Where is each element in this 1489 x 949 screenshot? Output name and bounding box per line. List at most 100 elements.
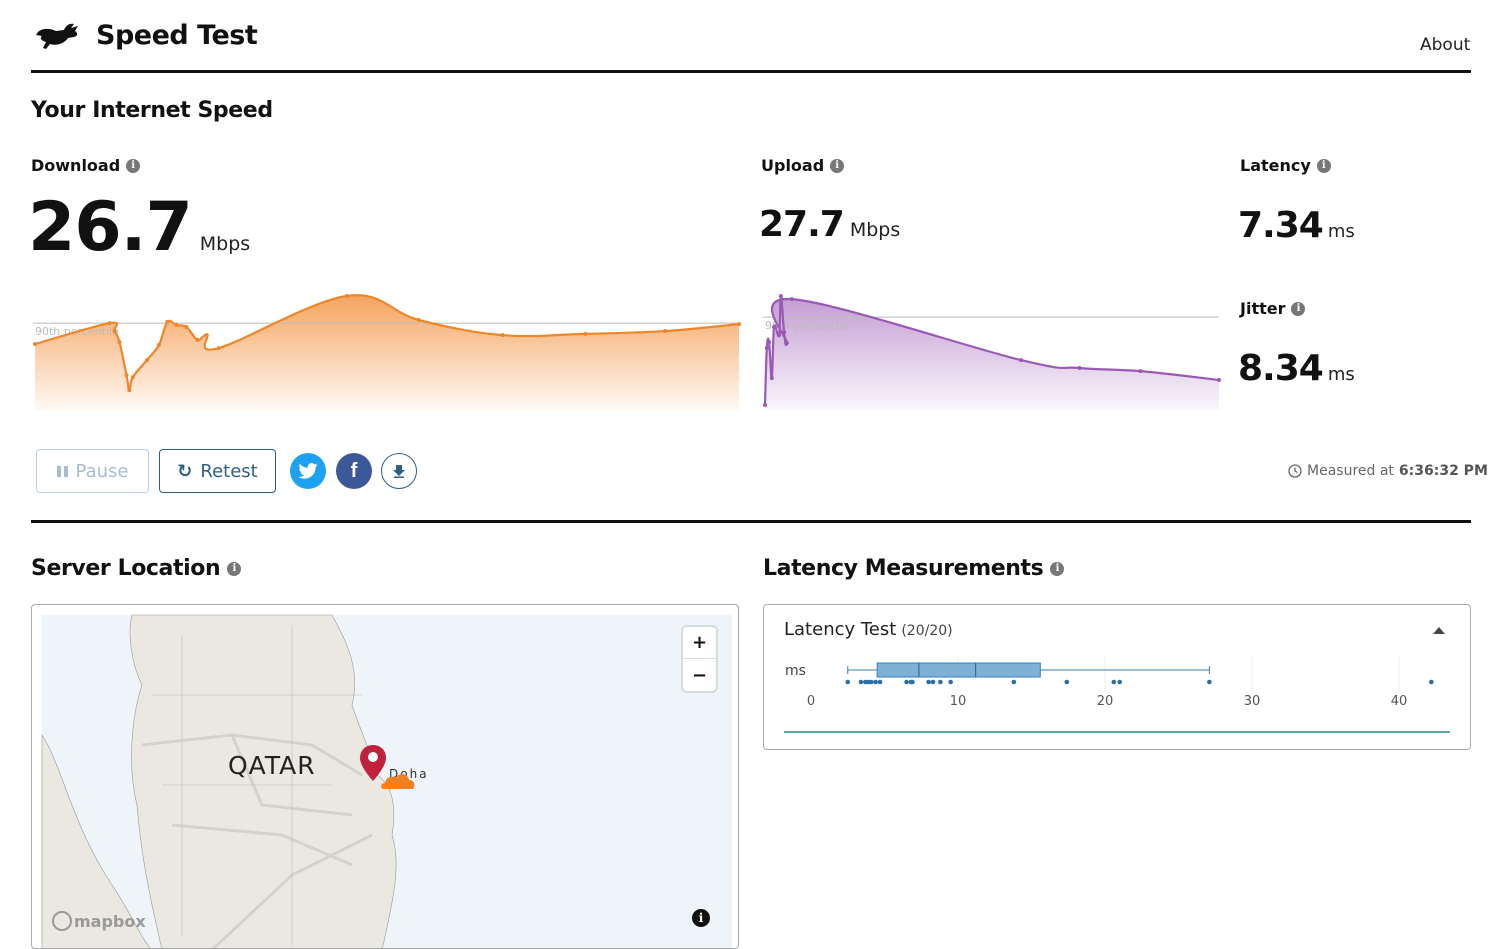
x-tick-label: 40 — [1391, 694, 1408, 709]
x-tick-label: 20 — [1097, 694, 1114, 709]
download-point — [107, 321, 112, 326]
latency-test-panel: Latency Test (20/20) ms 0 10 20 30 40 — [763, 604, 1471, 750]
download-point — [195, 337, 200, 342]
info-icon[interactable]: i — [126, 158, 141, 173]
download-point — [216, 346, 221, 351]
mapbox-logo-icon — [52, 911, 72, 931]
facebook-share-button[interactable]: f — [336, 453, 372, 489]
upload-point — [778, 294, 783, 298]
upload-point — [784, 341, 789, 346]
download-label: Download i — [31, 156, 141, 175]
info-icon[interactable]: i — [1050, 561, 1065, 576]
latency-box-plot: 0 10 20 30 40 — [784, 657, 1450, 733]
info-icon[interactable]: i — [1316, 158, 1331, 173]
latency-sample-point — [948, 679, 953, 685]
latency-sample-point — [904, 679, 909, 685]
server-location-heading: Server Location — [31, 556, 221, 581]
download-point — [737, 322, 741, 327]
jitter-number: 8.34 — [1238, 348, 1324, 389]
pause-button[interactable]: Pause — [36, 449, 149, 493]
latency-unit: ms — [1327, 221, 1355, 242]
latency-sample-point — [926, 679, 931, 685]
download-point — [663, 329, 668, 334]
latency-sample-point — [1064, 679, 1070, 685]
latency-sample-point — [910, 679, 915, 685]
upload-number: 27.7 — [759, 204, 845, 245]
download-number: 26.7 — [28, 188, 193, 267]
latency-measurements-title: Latency Measurements i — [763, 556, 1065, 581]
map-info-icon[interactable]: i — [692, 909, 710, 927]
download-point — [112, 329, 117, 334]
mapbox-label: mapbox — [74, 911, 146, 931]
latency-sample-point — [1117, 679, 1122, 685]
map-country-label: QATAR — [228, 751, 316, 780]
latency-sample-point — [858, 679, 864, 685]
clock-icon — [1288, 464, 1302, 478]
retest-button[interactable]: ↻ Retest — [159, 449, 276, 493]
refresh-icon: ↻ — [177, 460, 193, 482]
download-point — [500, 333, 505, 338]
zoom-out-button[interactable]: − — [683, 659, 716, 691]
latency-sample-point — [845, 679, 851, 685]
section-divider — [31, 520, 1471, 523]
upload-point — [764, 346, 769, 351]
twitter-share-button[interactable] — [290, 453, 326, 489]
app-title: Speed Test — [96, 20, 258, 51]
upload-point — [763, 402, 767, 407]
latency-sample-point — [1429, 679, 1434, 685]
download-point — [204, 333, 209, 338]
download-results-button[interactable] — [381, 453, 417, 489]
measured-time: 6:36:32 PM — [1398, 463, 1488, 479]
upload-point — [789, 297, 794, 302]
measured-prefix: Measured at — [1307, 463, 1394, 479]
upload-point — [1138, 369, 1143, 374]
info-icon[interactable]: i — [830, 158, 845, 173]
jitter-label-text: Jitter — [1240, 299, 1286, 318]
info-icon[interactable]: i — [227, 561, 242, 576]
upload-point — [782, 330, 787, 334]
retest-label: Retest — [200, 460, 258, 482]
section-title-internet-speed: Your Internet Speed — [31, 98, 273, 123]
pause-icon — [56, 465, 68, 477]
upload-point — [1077, 366, 1082, 370]
download-unit: Mbps — [199, 233, 251, 255]
download-area — [35, 295, 739, 410]
upload-chart: 90th percentile — [763, 294, 1221, 410]
download-value: 26.7 Mbps — [28, 188, 250, 267]
latency-sample-point — [1011, 679, 1017, 685]
about-link[interactable]: About — [1420, 35, 1470, 55]
download-point — [174, 323, 179, 328]
mapbox-attribution[interactable]: mapbox — [52, 911, 146, 931]
upload-point — [767, 340, 772, 345]
cloudflare-cloud-icon — [381, 774, 415, 789]
upload-unit: Mbps — [849, 219, 901, 241]
zoom-in-button[interactable]: + — [683, 627, 716, 659]
latency-label: Latency i — [1240, 156, 1331, 175]
upload-point — [1019, 358, 1024, 363]
download-point — [583, 331, 588, 336]
upload-point — [777, 333, 782, 338]
x-tick-label: 30 — [1244, 694, 1261, 709]
server-location-title: Server Location i — [31, 556, 242, 581]
latency-sample-point — [1207, 679, 1212, 685]
rabbit-logo-icon — [36, 23, 78, 49]
latency-sample-point — [930, 679, 936, 685]
download-point — [130, 375, 135, 380]
download-point — [117, 340, 122, 345]
server-map[interactable]: QATAR Doha + − mapbox i — [31, 604, 739, 949]
download-chart: 90th percentile — [33, 294, 741, 410]
latency-sample-point — [938, 679, 943, 685]
info-icon[interactable]: i — [1291, 301, 1306, 316]
twitter-icon — [298, 463, 318, 479]
download-point — [33, 342, 37, 346]
download-label-text: Download — [31, 156, 121, 175]
download-point — [416, 318, 421, 322]
download-point — [124, 373, 129, 378]
latency-sample-point — [868, 679, 874, 685]
jitter-value: 8.34 ms — [1238, 348, 1355, 389]
jitter-unit: ms — [1327, 364, 1355, 385]
measured-timestamp: Measured at 6:36:32 PM — [1288, 463, 1488, 479]
download-point — [156, 342, 161, 347]
jitter-label: Jitter i — [1240, 299, 1306, 318]
upload-value: 27.7 Mbps — [759, 204, 900, 245]
